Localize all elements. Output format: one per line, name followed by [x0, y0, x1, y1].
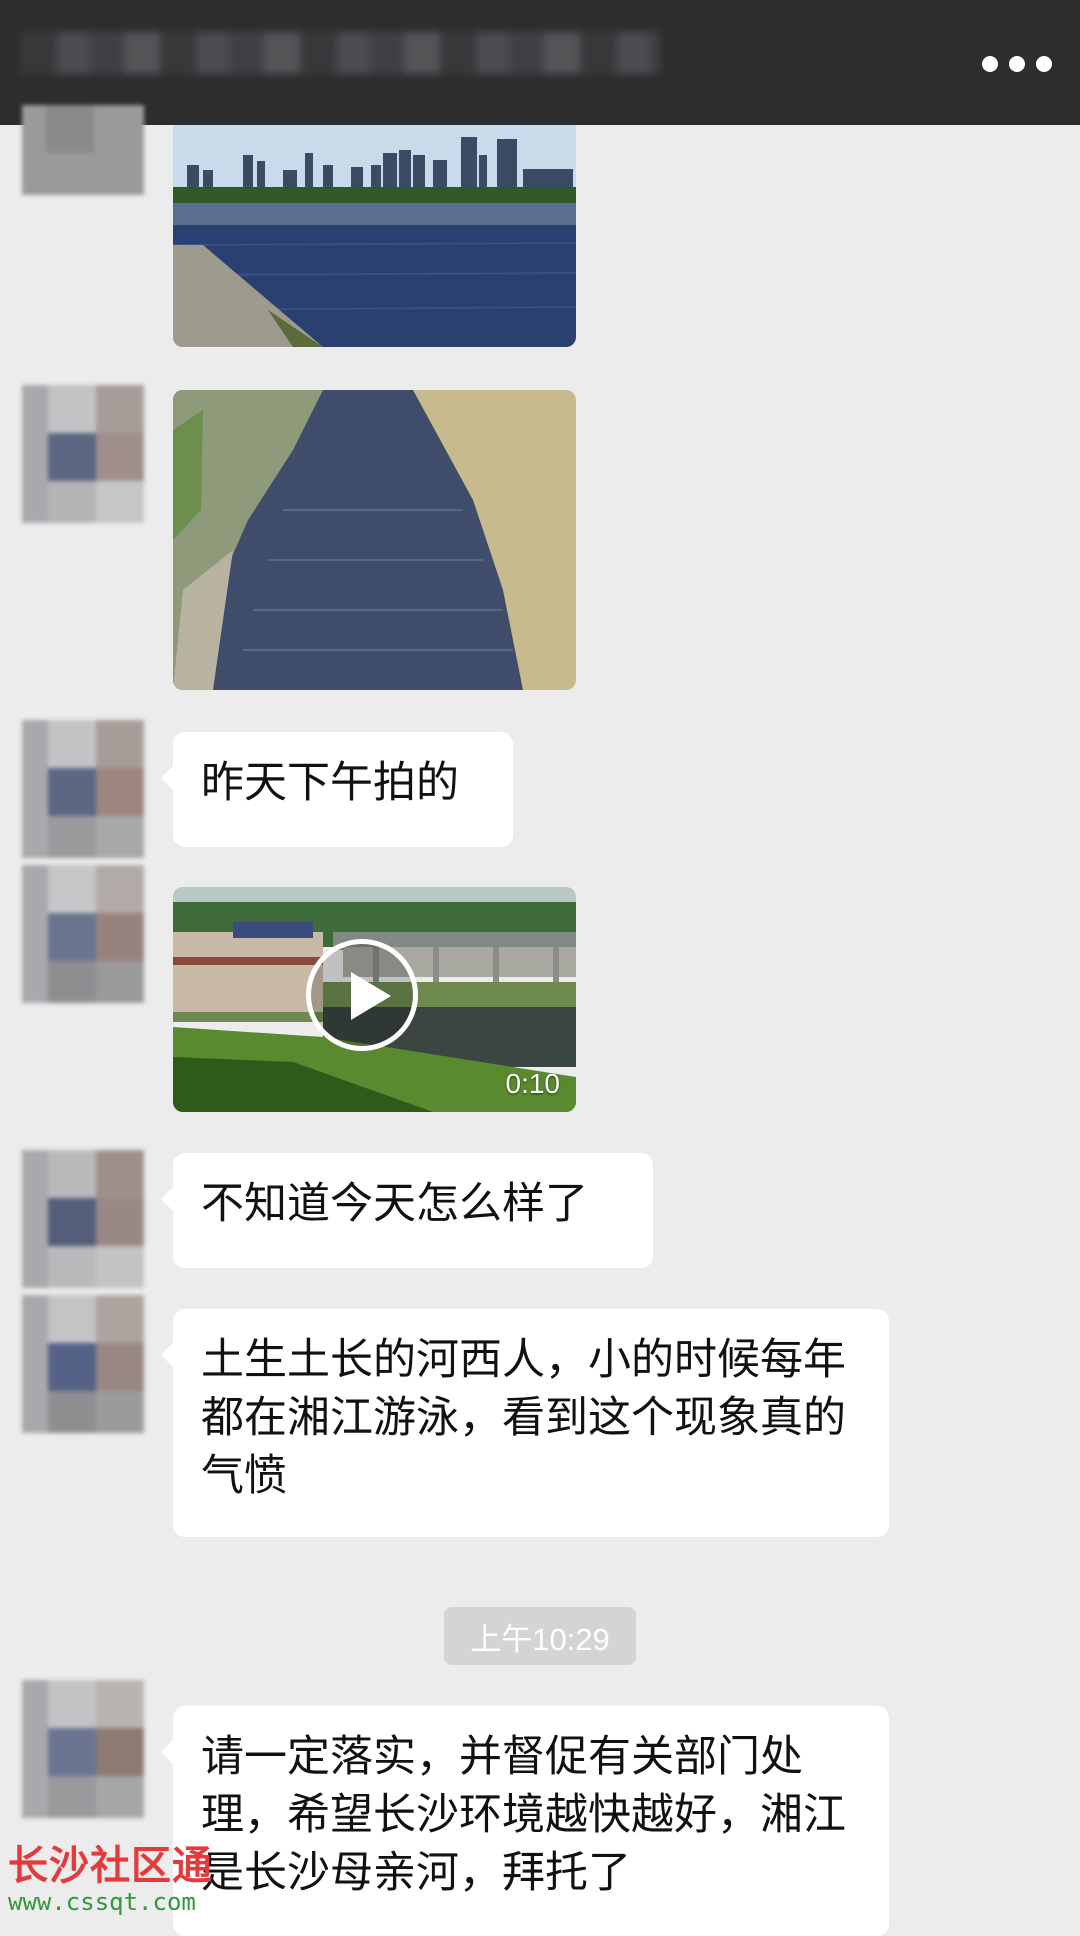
- video-message[interactable]: 0:10: [173, 887, 576, 1112]
- avatar[interactable]: [22, 105, 144, 195]
- text-message[interactable]: 请一定落实，并督促有关部门处理，希望长沙环境越快越好，湘江是长沙母亲河，拜托了: [161, 1706, 889, 1936]
- watermark-title: 长沙社区通: [8, 1843, 213, 1889]
- chat-header: [0, 0, 1080, 125]
- avatar[interactable]: [22, 865, 144, 1003]
- aerial-water-image: [173, 390, 576, 690]
- avatar[interactable]: [22, 1680, 144, 1818]
- timestamp-badge: 上午10:29: [444, 1607, 636, 1665]
- image-message-skyline[interactable]: [173, 125, 576, 347]
- message-text: 不知道今天怎么样了: [201, 1179, 588, 1229]
- text-message[interactable]: 不知道今天怎么样了: [161, 1153, 653, 1268]
- watermark: 长沙社区通 www.cssqt.com: [8, 1843, 228, 1915]
- dot: [982, 56, 998, 72]
- message-text: 昨天下午拍的: [201, 758, 459, 808]
- avatar[interactable]: [22, 385, 144, 523]
- text-message[interactable]: 土生土长的河西人，小的时候每年都在湘江游泳，看到这个现象真的气愤: [161, 1309, 889, 1537]
- chat-title-blurred: [20, 32, 660, 74]
- image-message-aerial[interactable]: [173, 390, 576, 690]
- message-text: 土生土长的河西人，小的时候每年都在湘江游泳，看到这个现象真的气愤: [201, 1335, 846, 1501]
- more-options-button[interactable]: [982, 40, 1052, 88]
- avatar[interactable]: [22, 1295, 144, 1433]
- dot: [1009, 56, 1025, 72]
- text-message[interactable]: 昨天下午拍的: [161, 732, 513, 847]
- skyline-image: [173, 125, 576, 347]
- avatar[interactable]: [22, 720, 144, 858]
- video-duration: 0:10: [505, 1068, 561, 1099]
- watermark-url: www.cssqt.com: [8, 1888, 196, 1916]
- play-icon[interactable]: [306, 939, 418, 1051]
- dot: [1036, 56, 1052, 72]
- avatar[interactable]: [22, 1150, 144, 1288]
- message-text: 请一定落实，并督促有关部门处理，希望长沙环境越快越好，湘江是长沙母亲河，拜托了: [201, 1732, 846, 1898]
